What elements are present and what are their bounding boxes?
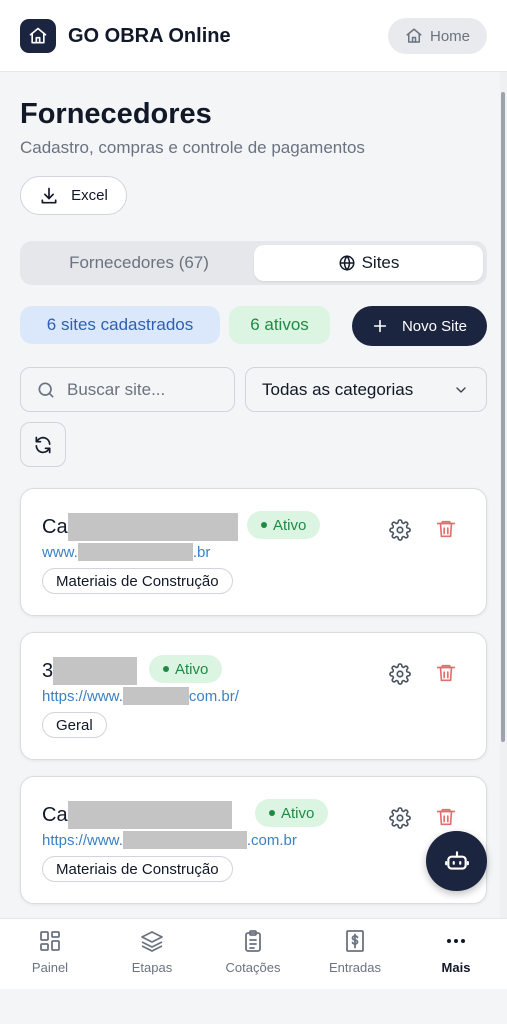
search-icon (38, 382, 54, 397)
redacted-block (77, 543, 193, 561)
redacted-block (67, 801, 232, 829)
download-icon (41, 187, 57, 203)
home-button[interactable]: Home (388, 18, 487, 54)
nav-item-mais[interactable]: Mais (406, 929, 506, 975)
trash-icon[interactable] (435, 662, 457, 684)
redacted-block (122, 687, 189, 705)
logo-home-icon[interactable] (20, 19, 56, 53)
status-badge: Ativo (247, 511, 321, 539)
tabs: Fornecedores (67) Sites (20, 241, 487, 285)
nav-item-etapas[interactable]: Etapas (102, 929, 202, 975)
layers-icon (141, 931, 163, 952)
scrollbar-thumb[interactable] (501, 92, 505, 742)
category-select-value: Todas as categorias (262, 379, 414, 399)
page-subtitle: Cadastro, compras e controle de pagament… (20, 138, 365, 157)
redacted-block (53, 657, 138, 685)
site-card[interactable]: Ca Ativo www. .br Materiais de Construçã… (20, 488, 487, 616)
site-url-link[interactable]: https://www. .com.br (42, 831, 297, 849)
trash-icon[interactable] (435, 518, 457, 540)
more-dots-icon (447, 939, 465, 943)
site-url-link[interactable]: www. .br (42, 543, 210, 561)
globe-icon (339, 255, 355, 271)
receipt-dollar-icon (346, 930, 364, 952)
trash-icon[interactable] (435, 806, 457, 828)
tab-sites-label: Sites (361, 253, 400, 272)
gear-icon[interactable] (389, 807, 411, 829)
site-url-link[interactable]: https://www. com.br/ (42, 687, 239, 705)
redacted-block (67, 513, 238, 541)
home-button-label: Home (429, 27, 470, 45)
site-card[interactable]: 3 Ativo https://www. com.br/ Geral (20, 632, 487, 760)
refresh-icon (35, 436, 51, 453)
page-title: Fornecedores (20, 98, 212, 130)
bottom-navigation: Painel Etapas Cotações Entradas Mais (0, 918, 507, 1024)
tab-sites[interactable]: Sites (254, 245, 483, 281)
app-header: GO OBRA Online Home (0, 0, 507, 72)
tab-fornecedores[interactable]: Fornecedores (67) (24, 245, 254, 281)
bottom-safe-area (0, 989, 507, 1024)
category-chip: Materiais de Construção (42, 568, 233, 594)
chevron-down-icon (456, 386, 466, 393)
nav-item-cotacoes[interactable]: Cotações (203, 929, 303, 975)
category-chip: Materiais de Construção (42, 856, 233, 882)
site-name: Ca (42, 513, 238, 541)
plus-icon (373, 319, 387, 333)
clipboard-icon (245, 930, 261, 952)
new-site-label: Novo Site (401, 317, 468, 335)
status-dot-icon (261, 522, 267, 528)
assistant-bot-button[interactable] (426, 831, 487, 891)
nav-item-painel[interactable]: Painel (0, 929, 100, 975)
category-chip: Geral (42, 712, 107, 738)
app-title: GO OBRA Online (68, 25, 231, 47)
refresh-button[interactable] (20, 422, 66, 467)
new-site-button[interactable]: Novo Site (352, 306, 487, 346)
status-badge: Ativo (149, 655, 223, 683)
site-name: 3 (42, 657, 138, 685)
search-placeholder: Buscar site... (67, 379, 166, 399)
sites-count-badge: 6 sites cadastrados (20, 306, 220, 344)
robot-icon (444, 851, 469, 870)
home-icon (406, 28, 422, 43)
excel-export-button[interactable]: Excel (20, 176, 127, 215)
site-name: Ca (42, 801, 232, 829)
active-count-badge: 6 ativos (229, 306, 330, 344)
status-dot-icon (163, 666, 169, 672)
gear-icon[interactable] (389, 519, 411, 541)
gear-icon[interactable] (389, 663, 411, 685)
status-badge: Ativo (255, 799, 329, 827)
excel-button-label: Excel (71, 187, 108, 204)
category-select[interactable]: Todas as categorias (245, 367, 487, 412)
redacted-block (122, 831, 247, 849)
grid-icon (40, 931, 60, 951)
search-input[interactable]: Buscar site... (20, 367, 235, 412)
nav-item-entradas[interactable]: Entradas (305, 929, 405, 975)
main-content: Fornecedores Cadastro, compras e control… (0, 72, 500, 918)
site-card[interactable]: Ca Ativo https://www. .com.br Materiais … (20, 776, 487, 904)
status-dot-icon (269, 810, 275, 816)
